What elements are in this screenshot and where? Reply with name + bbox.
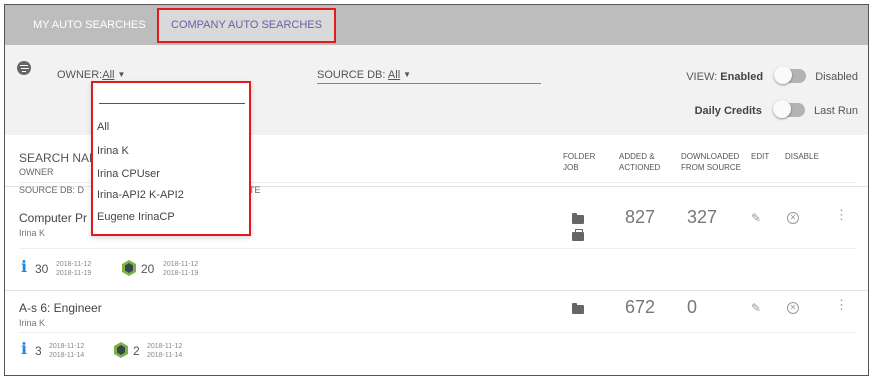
row-owner: Irina K: [19, 318, 46, 328]
header-source-db: SOURCE DB: D: [19, 185, 85, 195]
header-downloaded-label: DOWNLOADED: [681, 152, 740, 161]
source-dates: 2018-11-12 2018-11-14: [49, 342, 84, 360]
row-title[interactable]: Computer Pr: [19, 211, 87, 225]
folder-icon[interactable]: [572, 213, 584, 224]
downloaded-count: 327: [687, 207, 718, 227]
tab-bar: MY AUTO SEARCHES COMPANY AUTO SEARCHES: [5, 5, 868, 45]
auto-searches-panel: MY AUTO SEARCHES COMPANY AUTO SEARCHES O…: [4, 4, 869, 376]
folder-icon[interactable]: [572, 303, 584, 314]
owner-option-irina-k[interactable]: Irina K: [97, 145, 129, 157]
added-count: 827: [625, 207, 656, 227]
owner-dropdown-search-input[interactable]: [99, 93, 245, 104]
header-job: JOB: [563, 163, 579, 172]
source-count: 2: [133, 344, 140, 358]
source-date-end: 2018-11-19: [163, 270, 199, 277]
owner-filter-label: OWNER:: [57, 69, 103, 81]
row-owner: Irina K: [19, 228, 46, 238]
caret-down-icon: ▼: [117, 70, 126, 79]
source-db-label: SOURCE DB:: [317, 69, 386, 81]
view-disabled-label: Disabled: [815, 71, 858, 83]
view-enabled-label: Enabled: [720, 71, 764, 83]
view-toggle-switch[interactable]: [774, 66, 807, 84]
header-edit: EDIT: [751, 152, 770, 161]
more-options-icon[interactable]: ⋮: [835, 298, 848, 311]
edit-pencil-icon[interactable]: ✎: [751, 211, 761, 225]
view-label: VIEW:: [686, 71, 718, 83]
filter-icon[interactable]: [17, 61, 31, 75]
source-date-start: 2018-11-12: [163, 261, 199, 268]
table-row[interactable]: A-s 6: Engineer Irina K 672 0 ✎ ✕ ⋮ i 3 …: [5, 291, 868, 373]
header-disable: DISABLE: [785, 152, 819, 161]
owner-option-all[interactable]: All: [97, 121, 109, 133]
hexagon-db-icon: [122, 260, 136, 276]
header-owner: OWNER: [19, 167, 54, 177]
downloaded-count: 0: [687, 297, 698, 317]
source-dates: 2018-11-12 2018-11-19: [56, 260, 91, 278]
tab-company-auto-searches[interactable]: COMPANY AUTO SEARCHES: [157, 8, 336, 43]
disable-x-circle-icon[interactable]: ✕: [787, 302, 799, 314]
info-i-icon: i: [21, 257, 28, 276]
owner-filter[interactable]: OWNER:All ▼: [57, 69, 125, 81]
more-options-icon[interactable]: ⋮: [835, 208, 848, 221]
header-from-source: FROM SOURCE: [681, 163, 741, 172]
source-count: 3: [35, 344, 42, 358]
row-inner-divider: [19, 248, 857, 249]
header-added: ADDED &: [619, 152, 655, 161]
row-title[interactable]: A-s 6: Engineer: [19, 301, 102, 315]
header-folder: FOLDER: [563, 152, 596, 161]
source-date-start: 2018-11-12: [56, 261, 92, 268]
owner-option-irina-cpuser[interactable]: Irina CPUser: [97, 168, 160, 180]
source-count: 30: [35, 262, 49, 276]
source-date-end: 2018-11-14: [49, 352, 85, 359]
caret-down-icon: ▼: [403, 70, 412, 79]
owner-option-eugene-irinacp[interactable]: Eugene IrinaCP: [97, 211, 175, 223]
credits-toggle-row: Daily Credits Last Run: [694, 100, 858, 118]
source-dates: 2018-11-12 2018-11-19: [163, 260, 198, 278]
hexagon-db-icon: [114, 342, 128, 358]
owner-option-irina-api2[interactable]: Irina-API2 K-API2: [97, 189, 184, 201]
header-downloaded: DOWNLOADED FROM SOURCE: [681, 151, 741, 173]
header-actioned: ACTIONED: [619, 163, 661, 172]
source-db-underline: [317, 83, 541, 84]
credits-toggle-switch[interactable]: [772, 100, 805, 118]
source-date-start: 2018-11-12: [49, 343, 85, 350]
header-search-name: SEARCH NAM: [19, 151, 100, 165]
source-db-filter[interactable]: SOURCE DB: All ▼: [317, 69, 411, 81]
source-date-start: 2018-11-12: [147, 343, 183, 350]
disable-x-circle-icon[interactable]: ✕: [787, 212, 799, 224]
row-inner-divider: [19, 332, 857, 333]
briefcase-icon[interactable]: [572, 229, 584, 241]
edit-pencil-icon[interactable]: ✎: [751, 301, 761, 315]
owner-filter-value[interactable]: All: [102, 69, 114, 81]
source-count: 20: [141, 262, 155, 276]
view-toggle-row: VIEW: Enabled Disabled: [686, 66, 858, 84]
daily-credits-label: Daily Credits: [694, 105, 762, 117]
last-run-label: Last Run: [813, 105, 858, 117]
owner-dropdown: All Irina K Irina CPUser Irina-API2 K-AP…: [91, 81, 251, 236]
header-added-actioned: ADDED & ACTIONED: [619, 151, 660, 173]
tab-my-auto-searches[interactable]: MY AUTO SEARCHES: [21, 5, 158, 45]
info-i-icon: i: [21, 339, 28, 358]
header-folder-job: FOLDER JOB: [563, 151, 595, 173]
added-count: 672: [625, 297, 656, 317]
source-date-end: 2018-11-14: [147, 352, 183, 359]
source-dates: 2018-11-12 2018-11-14: [147, 342, 182, 360]
source-db-value[interactable]: All: [388, 69, 400, 81]
source-date-end: 2018-11-19: [56, 270, 92, 277]
